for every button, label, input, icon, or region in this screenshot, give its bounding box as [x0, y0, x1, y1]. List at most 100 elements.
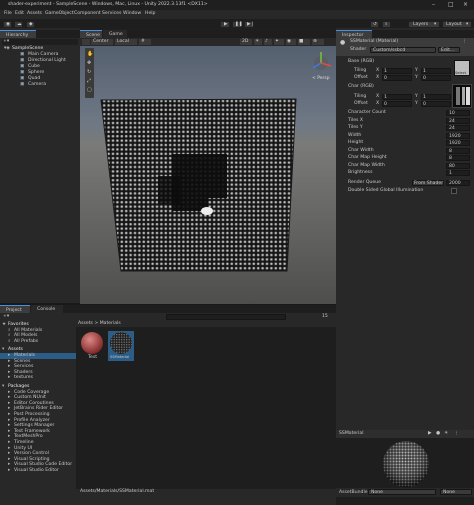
char-offset-y-field[interactable]: 0	[421, 101, 451, 107]
layers-dropdown[interactable]: Layers ▾	[408, 21, 440, 28]
hierarchy-search-input[interactable]: +▾	[2, 39, 78, 45]
property-value-field[interactable]: 10	[446, 110, 470, 116]
shader-dropdown[interactable]: Custom/ssbcd	[370, 47, 436, 53]
account-button[interactable]: ◉	[3, 21, 12, 28]
lighting-toggle[interactable]: ☀	[254, 39, 262, 45]
material-sphere-icon	[110, 332, 132, 354]
shader-value: Custom/ssbcd	[373, 48, 406, 53]
property-value-field[interactable]: 80	[446, 162, 470, 169]
tab-hierarchy-label: Hierarchy	[6, 33, 29, 38]
play-icon[interactable]: ▶	[428, 431, 432, 437]
status-path-bar: Assets/Materials/SSMaterial.mat	[76, 489, 336, 496]
play-icon: ▶	[224, 22, 228, 27]
char-texture-slot[interactable]	[452, 84, 472, 108]
cloud-button[interactable]: ☁	[14, 21, 23, 28]
tree-package[interactable]: ▸ Visual Studio Editor	[0, 468, 76, 474]
menu-edit[interactable]: Edit	[15, 11, 24, 17]
assetbundle-dropdown[interactable]: None	[368, 489, 436, 495]
pause-button[interactable]: ❚❚	[232, 21, 243, 28]
select-label[interactable]: Select	[455, 71, 466, 76]
play-button[interactable]: ▶	[220, 21, 230, 28]
space-dropdown[interactable]: Local	[115, 39, 137, 45]
variant-value: None	[443, 490, 455, 495]
breadcrumb-text: Assets > Materials	[78, 321, 121, 326]
tab-console[interactable]: Console	[31, 305, 63, 313]
tab-project[interactable]: Project	[0, 305, 30, 313]
base-tiling-y-field[interactable]: 1	[421, 68, 451, 74]
menu-file[interactable]: File	[4, 11, 12, 17]
gizmos-button[interactable]: ⊕	[312, 39, 324, 45]
step-button[interactable]: ▶❘	[244, 21, 254, 28]
property-value: 1920	[449, 133, 461, 139]
project-search-input[interactable]	[166, 314, 286, 320]
property-value-field[interactable]: 24	[446, 117, 470, 124]
tab-inspector[interactable]: Inspector	[336, 30, 372, 38]
tab-console-label: Console	[37, 307, 56, 312]
property-value-field[interactable]: 1	[446, 170, 470, 176]
maximize-button[interactable]: □	[448, 2, 454, 8]
tab-game[interactable]: Game	[103, 30, 127, 38]
tab-scene[interactable]: Scene	[80, 30, 102, 38]
plus-icon[interactable]: +▾	[3, 314, 9, 320]
search-button[interactable]: ⌕	[382, 21, 391, 28]
gameobject-icon: ▣	[20, 52, 25, 57]
audio-toggle[interactable]: ♪	[264, 39, 272, 45]
effects-toggle[interactable]: ✦	[274, 39, 284, 45]
project-tree: ★ Favorites ⌕ All Materials ⌕ All Models ⌕ All …	[0, 321, 76, 501]
field-value: 0	[384, 76, 387, 81]
material-preview-sphere[interactable]	[380, 439, 432, 489]
minimize-button[interactable]: –	[432, 2, 435, 8]
menu-component[interactable]: Component	[74, 11, 101, 17]
light-icon[interactable]: ☀	[444, 431, 448, 437]
variant-dropdown[interactable]: None	[440, 489, 472, 495]
property-value-field[interactable]: 8	[446, 147, 470, 154]
collab-button[interactable]: ◆	[26, 21, 35, 28]
eye-icon: ◉	[287, 39, 292, 44]
scene-tabbar: Scene Game	[80, 30, 336, 38]
menu-services[interactable]: Services	[102, 11, 121, 17]
double-sided-checkbox[interactable]	[451, 188, 457, 194]
menu-assets[interactable]: Assets	[27, 11, 42, 17]
base-offset-x-field[interactable]: 0	[382, 75, 412, 81]
tree-folder[interactable]: ▸ textures	[0, 375, 76, 381]
menu-bar: File Edit Assets GameObject Component Se…	[0, 10, 474, 19]
assetbundle-bar: AssetBundle None None	[336, 488, 474, 497]
visibility-toggle[interactable]: ◉	[286, 39, 296, 45]
asset-thumb-selected[interactable]: SSMaterial	[108, 331, 134, 361]
menu-gameobject[interactable]: GameObject	[45, 11, 74, 17]
menu-help[interactable]: Help	[145, 11, 155, 17]
sphere-object[interactable]	[201, 207, 213, 215]
hand-tool-button[interactable]	[82, 39, 90, 45]
render-queue-field[interactable]: 2000	[446, 180, 470, 186]
close-button[interactable]: ×	[463, 2, 468, 8]
property-value-field[interactable]: 24	[446, 125, 470, 131]
property-value-field[interactable]: 8	[446, 155, 470, 161]
menu-window[interactable]: Window	[123, 11, 141, 17]
hierarchy-item[interactable]: ▣ Camera	[20, 82, 78, 88]
grid-button[interactable]: #	[139, 39, 151, 45]
shader-label: Shader	[350, 47, 367, 52]
base-offset-y-field[interactable]: 0	[421, 75, 451, 81]
tab-hierarchy[interactable]: Hierarchy	[0, 30, 36, 38]
kebab-menu-icon[interactable]: ⋮	[462, 39, 467, 45]
base-tiling-x-field[interactable]: 1	[382, 68, 412, 74]
layout-dropdown[interactable]: Layout ▾	[442, 21, 472, 28]
pivot-dropdown[interactable]: Center	[91, 39, 113, 45]
2d-toggle[interactable]: 2D	[240, 39, 252, 45]
sphere-icon[interactable]: ●	[436, 431, 440, 437]
render-queue-label: Render Queue	[348, 180, 381, 185]
camera-settings-button[interactable]: ■	[298, 39, 310, 45]
render-queue-dropdown[interactable]: From Shader	[412, 180, 444, 186]
char-offset-x-field[interactable]: 0	[382, 101, 412, 107]
char-tiling-y-field[interactable]: 1	[421, 94, 451, 100]
history-button[interactable]: ↺	[370, 21, 379, 28]
scene-viewport[interactable]: ✋ ✥ ↻ ⤢ ▢ < Persp	[80, 46, 336, 304]
property-value-field[interactable]: 1920	[446, 140, 470, 146]
edit-shader-button[interactable]: Edit...	[438, 47, 460, 53]
char-tiling-x-field[interactable]: 1	[382, 94, 412, 100]
kebab-menu-icon[interactable]: ⋮	[454, 431, 459, 437]
property-value-field[interactable]: 1920	[446, 132, 470, 139]
svg-text:⤢: ⤢	[87, 78, 91, 84]
asset-thumb[interactable]: Test	[80, 331, 104, 361]
tree-favorite-item[interactable]: ⌕ All Prefabs	[0, 339, 76, 345]
